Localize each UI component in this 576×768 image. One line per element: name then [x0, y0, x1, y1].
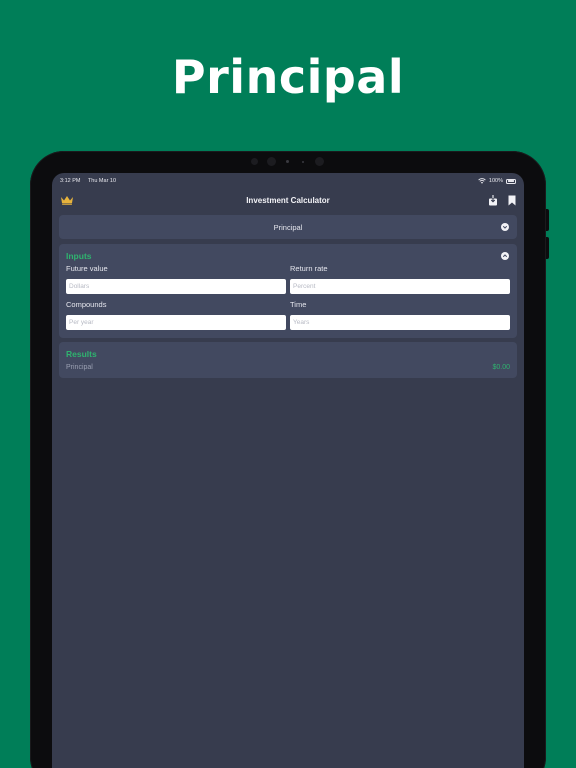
sensor-dot	[302, 161, 304, 163]
sensor-dot	[286, 160, 289, 163]
status-time: 3:12 PM	[60, 178, 81, 184]
tablet-frame: 3:12 PM Thu Mar 10 100% Investment Calcu…	[30, 151, 549, 768]
camera-bar	[30, 157, 546, 167]
compounds-label: Compounds	[66, 300, 107, 309]
future-value-label: Future value	[66, 264, 108, 273]
battery-percent: 100%	[488, 178, 503, 184]
result-row: Principal $0.00	[66, 364, 510, 371]
page-headline: Principal	[171, 50, 405, 104]
nav-title: Investment Calculator	[246, 195, 330, 205]
bookmark-icon[interactable]	[508, 195, 516, 206]
future-value-input[interactable]	[66, 279, 286, 294]
field-time: Time	[290, 300, 510, 330]
share-icon[interactable]	[488, 194, 498, 206]
result-label: Principal	[66, 364, 93, 371]
status-date: Thu Mar 10	[87, 178, 117, 184]
return-rate-label: Return rate	[290, 264, 328, 273]
results-title: Results	[66, 349, 97, 359]
field-future-value: Future value	[66, 264, 286, 300]
return-rate-input[interactable]	[290, 279, 510, 294]
result-value: $0.00	[492, 364, 510, 371]
inputs-panel: Inputs Future value Return rate Compound…	[59, 244, 517, 338]
field-return-rate: Return rate	[290, 264, 510, 300]
chevron-down-circle-icon[interactable]	[501, 223, 509, 231]
app-screen: 3:12 PM Thu Mar 10 100% Investment Calcu…	[52, 173, 524, 768]
status-bar: 3:12 PM Thu Mar 10 100%	[52, 175, 524, 187]
camera-lens	[267, 157, 276, 166]
chevron-up-circle-icon[interactable]	[501, 252, 509, 260]
selector-label: Principal	[273, 222, 303, 232]
time-label: Time	[290, 300, 307, 309]
camera-lens	[315, 157, 324, 166]
compounds-input[interactable]	[66, 315, 286, 330]
inputs-title: Inputs	[66, 251, 92, 261]
crown-icon[interactable]	[60, 195, 74, 205]
wifi-icon	[478, 178, 486, 184]
sensor-dot	[251, 158, 258, 165]
results-panel: Results Principal $0.00	[59, 342, 517, 378]
volume-up-button	[546, 209, 549, 231]
battery-icon	[506, 178, 516, 184]
time-input[interactable]	[290, 315, 510, 330]
volume-down-button	[546, 237, 549, 259]
calculation-selector[interactable]: Principal	[59, 215, 517, 239]
inputs-grid: Future value Return rate Compounds Time	[66, 264, 510, 330]
nav-bar: Investment Calculator	[52, 187, 524, 213]
field-compounds: Compounds	[66, 300, 286, 330]
